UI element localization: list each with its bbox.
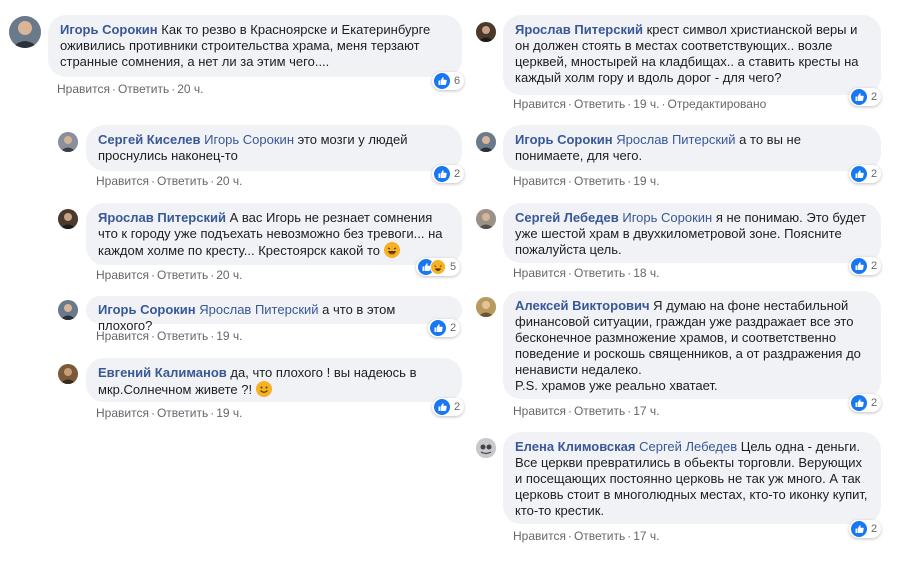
comment-text-ps: P.S. храмов уже реально хватает. (515, 378, 718, 393)
avatar[interactable] (476, 438, 496, 458)
mention-link[interactable]: Игорь Сорокин (622, 210, 712, 225)
avatar[interactable] (9, 16, 41, 48)
comment-actions: Нравится · Ответить · 17 ч. (513, 529, 660, 543)
avatar[interactable] (476, 297, 496, 317)
haha-reaction-icon (430, 259, 446, 275)
comment-bubble: Алексей Викторович Я думаю на фоне неста… (503, 291, 881, 399)
reply-link[interactable]: Ответить (574, 404, 625, 418)
comment-bubble: Ярослав Питерский А вас Игорь не резнает… (86, 203, 462, 265)
author-name[interactable]: Сергей Киселев (98, 132, 201, 147)
reply-link[interactable]: Ответить (574, 174, 625, 188)
author-name[interactable]: Елена Климовская (515, 439, 635, 454)
reply-link[interactable]: Ответить (118, 82, 169, 96)
avatar[interactable] (476, 22, 496, 42)
author-name[interactable]: Сергей Лебедев (515, 210, 619, 225)
timestamp[interactable]: 19 ч. (216, 406, 242, 420)
comment-actions: Нравится · Ответить · 18 ч. (513, 266, 660, 280)
like-link[interactable]: Нравится (513, 266, 566, 280)
author-name[interactable]: Игорь Сорокин (60, 22, 158, 37)
like-link[interactable]: Нравится (96, 329, 149, 343)
mention-link[interactable]: Сергей Лебедев (639, 439, 737, 454)
author-name[interactable]: Алексей Викторович (515, 298, 650, 313)
avatar[interactable] (58, 209, 78, 229)
comment-bubble: Ярослав Питерский крест символ христианс… (503, 15, 881, 95)
timestamp[interactable]: 19 ч. (216, 329, 242, 343)
like-link[interactable]: Нравится (96, 406, 149, 420)
comment-bubble: Игорь Сорокин Как то резво в Красноярске… (48, 15, 462, 77)
reaction-count[interactable]: 5 (416, 258, 461, 276)
avatar[interactable] (58, 132, 78, 152)
like-link[interactable]: Нравится (96, 174, 149, 188)
avatar[interactable] (476, 132, 496, 152)
comment-bubble: Сергей Лебедев Игорь Сорокин я не понима… (503, 203, 881, 263)
comment-bubble: Сергей Киселев Игорь Сорокин это мозги у… (86, 125, 462, 171)
reaction-count[interactable]: 2 (849, 520, 882, 538)
comment-actions: Нравится · Ответить · 19 ч. (96, 329, 243, 343)
like-reaction-icon (851, 166, 867, 182)
reply-link[interactable]: Ответить (157, 406, 208, 420)
laughing-emoji-icon (383, 242, 400, 258)
reaction-count[interactable]: 2 (849, 394, 882, 412)
reply-link[interactable]: Ответить (157, 174, 208, 188)
reaction-count[interactable]: 2 (428, 319, 461, 337)
like-link[interactable]: Нравится (513, 404, 566, 418)
timestamp[interactable]: 18 ч. (633, 266, 659, 280)
reaction-count[interactable]: 2 (849, 88, 882, 106)
author-name[interactable]: Евгений Калиманов (98, 365, 227, 380)
comment-actions: Нравится · Ответить · 20 ч. (96, 174, 243, 188)
timestamp[interactable]: 19 ч. (633, 97, 659, 111)
reply-link[interactable]: Ответить (157, 268, 208, 282)
comment-bubble: Елена Климовская Сергей Лебедев Цель одн… (503, 432, 881, 524)
like-reaction-icon (430, 320, 446, 336)
like-reaction-icon (851, 521, 867, 537)
timestamp[interactable]: 20 ч. (216, 174, 242, 188)
comment-actions: Нравится · Ответить · 17 ч. (513, 404, 660, 418)
comment-actions: Нравится · Ответить · 19 ч. (96, 406, 243, 420)
reaction-count[interactable]: 2 (849, 165, 882, 183)
timestamp[interactable]: 20 ч. (216, 268, 242, 282)
reaction-count[interactable]: 2 (432, 165, 465, 183)
timestamp[interactable]: 19 ч. (633, 174, 659, 188)
like-reaction-icon (851, 258, 867, 274)
mention-link[interactable]: Ярослав Питерский (616, 132, 735, 147)
reply-link[interactable]: Ответить (574, 529, 625, 543)
comment-actions: Нравится · Ответить · 19 ч. · Отредактировано (513, 97, 767, 111)
like-reaction-icon (434, 73, 450, 89)
comment-actions: Нравится · Ответить · 20 ч. (57, 82, 204, 96)
like-reaction-icon (434, 166, 450, 182)
author-name[interactable]: Игорь Сорокин (515, 132, 613, 147)
reply-link[interactable]: Ответить (157, 329, 208, 343)
author-name[interactable]: Игорь Сорокин (98, 302, 196, 317)
reaction-count[interactable]: 2 (432, 398, 465, 416)
like-link[interactable]: Нравится (96, 268, 149, 282)
reply-link[interactable]: Ответить (574, 97, 625, 111)
reaction-count[interactable]: 2 (849, 257, 882, 275)
mention-link[interactable]: Игорь Сорокин (204, 132, 294, 147)
like-link[interactable]: Нравится (513, 529, 566, 543)
reply-link[interactable]: Ответить (574, 266, 625, 280)
avatar[interactable] (476, 209, 496, 229)
mention-link[interactable]: Ярослав Питерский (199, 302, 318, 317)
comment-bubble: Евгений Калиманов да, что плохого ! вы н… (86, 358, 462, 402)
smile-emoji-icon (255, 381, 272, 397)
like-reaction-icon (851, 395, 867, 411)
like-link[interactable]: Нравится (57, 82, 110, 96)
comment-actions: Нравится · Ответить · 19 ч. (513, 174, 660, 188)
comment-bubble: Игорь Сорокин Ярослав Питерский а то вы … (503, 125, 881, 171)
author-name[interactable]: Ярослав Питерский (515, 22, 643, 37)
timestamp[interactable]: 20 ч. (177, 82, 203, 96)
avatar[interactable] (58, 300, 78, 320)
avatar[interactable] (58, 364, 78, 384)
comment-actions: Нравится · Ответить · 20 ч. (96, 268, 243, 282)
reaction-count[interactable]: 6 (432, 72, 465, 90)
like-link[interactable]: Нравится (513, 97, 566, 111)
comment-bubble: Игорь Сорокин Ярослав Питерский а что в … (86, 296, 462, 333)
like-reaction-icon (434, 399, 450, 415)
timestamp[interactable]: 17 ч. (633, 529, 659, 543)
timestamp[interactable]: 17 ч. (633, 404, 659, 418)
like-link[interactable]: Нравится (513, 174, 566, 188)
author-name[interactable]: Ярослав Питерский (98, 210, 226, 225)
like-reaction-icon (851, 89, 867, 105)
edited-label[interactable]: Отредактировано (668, 97, 767, 111)
